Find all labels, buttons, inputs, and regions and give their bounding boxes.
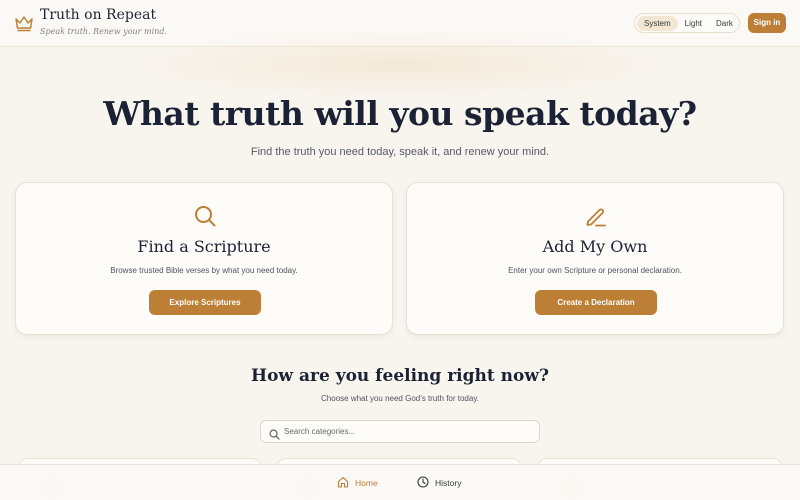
search-icon (269, 427, 280, 440)
theme-option-system[interactable]: System (637, 15, 678, 31)
explore-scriptures-button[interactable]: Explore Scriptures (149, 290, 261, 315)
card-description: Enter your own Scripture or personal dec… (508, 266, 682, 275)
bottom-nav: Home History (0, 464, 800, 500)
app-title[interactable]: Truth on Repeat (40, 7, 156, 23)
add-my-own-card[interactable]: Add My Own Enter your own Scripture or p… (406, 182, 784, 335)
theme-option-dark[interactable]: Dark (709, 16, 740, 31)
hero-glow (120, 30, 680, 100)
card-description: Browse trusted Bible verses by what you … (110, 266, 298, 275)
card-title: Find a Scripture (137, 237, 271, 256)
crown-icon[interactable] (14, 14, 34, 32)
category-search-input[interactable] (284, 423, 534, 440)
clock-icon (417, 476, 435, 490)
nav-item-history[interactable]: History (417, 476, 461, 490)
home-icon (337, 476, 355, 490)
pencil-icon (584, 204, 608, 228)
nav-item-home[interactable]: Home (337, 476, 378, 490)
feelings-title: How are you feeling right now? (251, 366, 549, 386)
theme-option-light[interactable]: Light (678, 16, 709, 31)
create-declaration-button[interactable]: Create a Declaration (535, 290, 657, 315)
hero-subtitle: Find the truth you need today, speak it,… (250, 146, 550, 158)
nav-item-label: History (435, 478, 462, 488)
card-title: Add My Own (542, 237, 648, 256)
category-search (260, 420, 540, 443)
find-scripture-card[interactable]: Find a Scripture Browse trusted Bible ve… (15, 182, 393, 335)
hero-title: What truth will you speak today? (103, 94, 697, 133)
feelings-subtitle: Choose what you need God's truth for tod… (321, 394, 479, 403)
search-icon (193, 204, 217, 228)
sign-in-button[interactable]: Sign in (748, 13, 786, 33)
nav-item-label: Home (355, 478, 378, 488)
